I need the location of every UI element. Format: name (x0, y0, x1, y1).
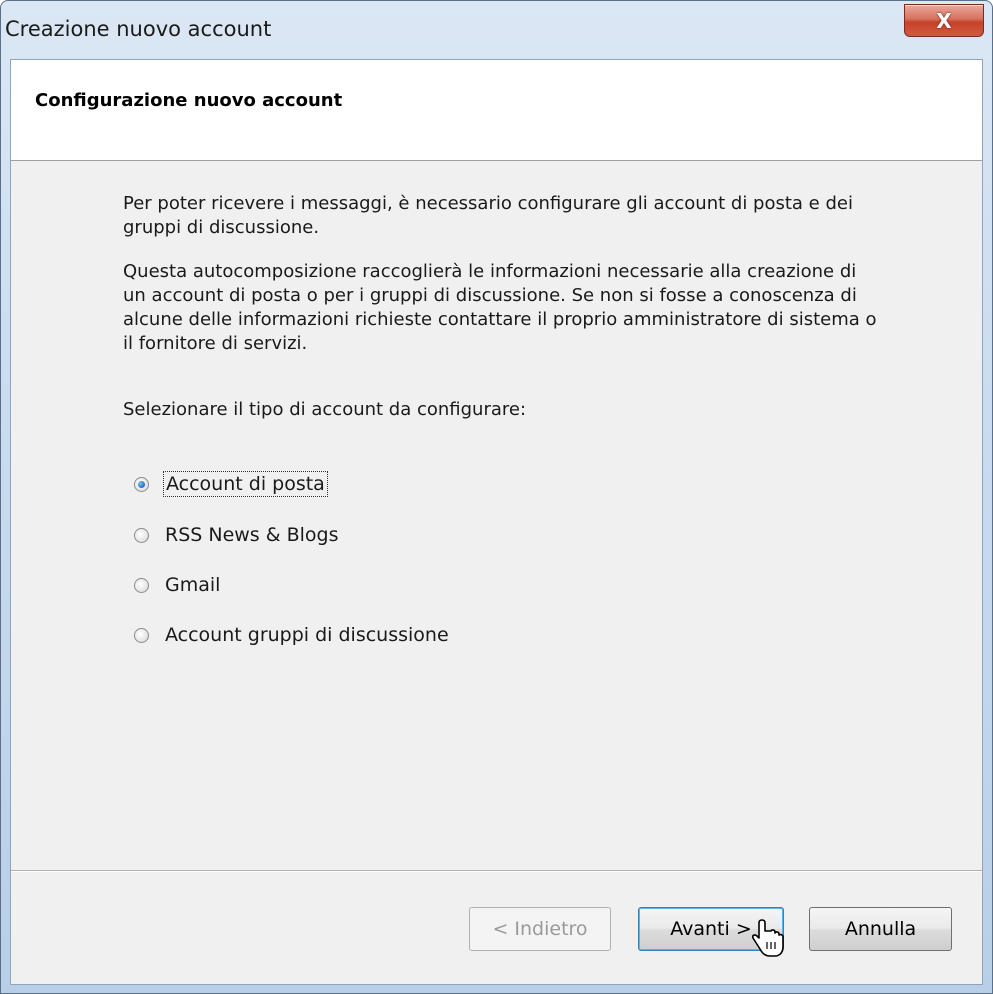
dialog-client-area: Configurazione nuovo account Per poter r… (10, 59, 983, 985)
radio-option-gmail[interactable]: Gmail (134, 570, 222, 600)
radio-button[interactable] (134, 577, 149, 593)
hand-pointer-icon (752, 919, 784, 957)
select-prompt: Selezionare il tipo di account da config… (123, 399, 527, 420)
radio-button-checked[interactable] (134, 476, 149, 492)
window-title: Creazione nuovo account (5, 17, 272, 41)
radio-label[interactable]: Account gruppi di discussione (163, 623, 451, 647)
radio-label[interactable]: RSS News & Blogs (163, 523, 341, 547)
cancel-button[interactable]: Annulla (809, 907, 952, 951)
back-button[interactable]: < Indietro (469, 907, 611, 951)
page-title: Configurazione nuovo account (35, 90, 343, 111)
footer-divider (11, 870, 982, 871)
wizard-header: Configurazione nuovo account (11, 60, 982, 161)
radio-button[interactable] (134, 527, 149, 543)
title-bar[interactable]: Creazione nuovo account X (1, 1, 992, 57)
info-paragraph: Questa autocomposizione raccoglierà le i… (123, 261, 877, 354)
radio-button[interactable] (134, 627, 149, 643)
radio-label[interactable]: Gmail (163, 573, 222, 597)
radio-option-account-gruppi-di-discussione[interactable]: Account gruppi di discussione (134, 620, 451, 650)
close-icon: X (936, 8, 952, 33)
close-button[interactable]: X (904, 4, 984, 37)
dialog-window: Creazione nuovo account X Configurazione… (0, 0, 993, 994)
radio-option-account-di-posta[interactable]: Account di posta (134, 469, 328, 499)
radio-option-rss-news-blogs[interactable]: RSS News & Blogs (134, 520, 341, 550)
intro-paragraph: Per poter ricevere i messaggi, è necessa… (123, 193, 853, 238)
radio-label[interactable]: Account di posta (163, 471, 328, 497)
